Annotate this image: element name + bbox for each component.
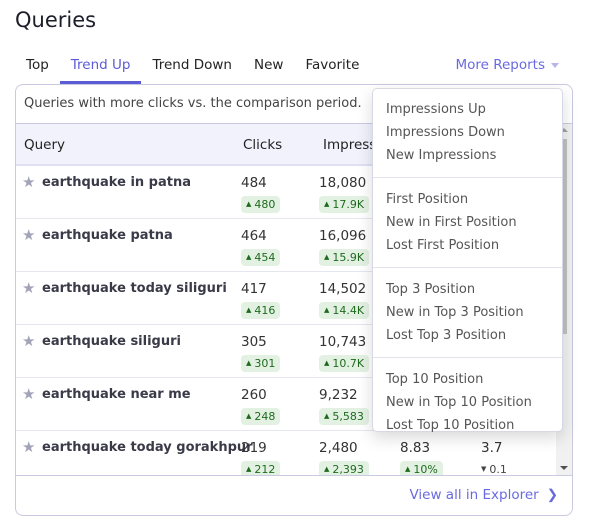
query-text[interactable]: earthquake siliguri bbox=[42, 334, 181, 349]
impressions-value: 9,232 bbox=[319, 387, 358, 403]
favorite-star-icon[interactable]: ★ bbox=[22, 279, 35, 297]
favorite-star-icon[interactable]: ★ bbox=[22, 173, 35, 191]
favorite-star-icon[interactable]: ★ bbox=[22, 332, 35, 350]
menu-item[interactable]: New Impressions bbox=[373, 145, 562, 168]
ctr-delta-badge: 10% bbox=[400, 461, 443, 475]
query-text[interactable]: earthquake near me bbox=[42, 387, 191, 402]
clicks-delta-badge: 454 bbox=[241, 249, 281, 266]
query-text[interactable]: earthquake in patna bbox=[42, 175, 191, 190]
clicks-value: 484 bbox=[241, 175, 267, 191]
caret-down-icon bbox=[551, 62, 559, 68]
tab-trend-down[interactable]: Trend Down bbox=[141, 56, 243, 84]
impressions-value: 10,743 bbox=[319, 334, 367, 350]
clicks-value: 305 bbox=[241, 334, 267, 350]
impressions-delta-badge: 2,393 bbox=[319, 461, 369, 475]
impressions-delta-badge: 17.9K bbox=[319, 196, 370, 213]
menu-item[interactable]: Lost First Position bbox=[373, 235, 562, 258]
clicks-delta-badge: 416 bbox=[241, 302, 281, 319]
favorite-star-icon[interactable]: ★ bbox=[22, 226, 35, 244]
card-footer: View all in Explorer ❯ bbox=[16, 475, 572, 515]
clicks-value: 260 bbox=[241, 387, 267, 403]
tab-new[interactable]: New bbox=[243, 56, 294, 84]
query-text[interactable]: earthquake today gorakhpur bbox=[42, 440, 253, 455]
view-all-explorer-link[interactable]: View all in Explorer ❯ bbox=[409, 487, 558, 503]
clicks-delta-badge: 301 bbox=[241, 355, 281, 372]
menu-item[interactable]: New in Top 3 Position bbox=[373, 302, 562, 325]
tab-top[interactable]: Top bbox=[15, 56, 60, 84]
clicks-delta-badge: 480 bbox=[241, 196, 281, 213]
chevron-right-icon: ❯ bbox=[546, 487, 558, 503]
menu-item[interactable]: New in Top 10 Position bbox=[373, 392, 562, 415]
menu-item[interactable]: Impressions Down bbox=[373, 122, 562, 145]
impressions-delta-badge: 5,583 bbox=[319, 408, 369, 425]
position-delta: 0.1 bbox=[481, 461, 507, 475]
menu-group: First Position New in First Position Lost … bbox=[373, 178, 562, 268]
scroll-down-icon[interactable] bbox=[560, 466, 568, 470]
tab-favorite[interactable]: Favorite bbox=[294, 56, 370, 84]
impressions-delta-badge: 14.4K bbox=[319, 302, 370, 319]
menu-item[interactable]: New in First Position bbox=[373, 212, 562, 235]
query-text[interactable]: earthquake today siliguri bbox=[42, 281, 227, 296]
impressions-value: 16,096 bbox=[319, 228, 367, 244]
report-tabs: Top Trend Up Trend Down New Favorite bbox=[15, 56, 370, 84]
column-query[interactable]: Query bbox=[24, 137, 65, 153]
menu-item[interactable]: Lost Top 10 Position bbox=[373, 415, 562, 438]
tab-trend-up[interactable]: Trend Up bbox=[59, 56, 142, 84]
menu-item[interactable]: Top 10 Position bbox=[373, 369, 562, 392]
clicks-value: 464 bbox=[241, 228, 267, 244]
query-text[interactable]: earthquake patna bbox=[42, 228, 173, 243]
menu-group: Top 3 Position New in Top 3 Position Lost … bbox=[373, 268, 562, 358]
impressions-value: 2,480 bbox=[319, 440, 358, 456]
clicks-delta-badge: 212 bbox=[241, 461, 281, 475]
menu-item[interactable]: Impressions Up bbox=[373, 99, 562, 122]
more-reports-dropdown[interactable]: More Reports bbox=[455, 57, 559, 73]
view-all-label: View all in Explorer bbox=[409, 487, 539, 503]
clicks-value: 417 bbox=[241, 281, 267, 297]
impressions-delta-badge: 15.9K bbox=[319, 249, 370, 266]
menu-group: Top 10 Position New in Top 10 Position Los… bbox=[373, 358, 562, 447]
clicks-value: 219 bbox=[241, 440, 267, 456]
menu-group: Impressions Up Impressions Down New Impres… bbox=[373, 97, 562, 178]
favorite-star-icon[interactable]: ★ bbox=[22, 438, 35, 456]
menu-item[interactable]: First Position bbox=[373, 189, 562, 212]
more-reports-menu: Impressions Up Impressions Down New Impres… bbox=[372, 88, 563, 433]
impressions-value: 14,502 bbox=[319, 281, 367, 297]
impressions-value: 18,080 bbox=[319, 175, 367, 191]
impressions-delta-badge: 10.7K bbox=[319, 355, 370, 372]
page-title: Queries bbox=[15, 8, 97, 32]
menu-item[interactable]: Lost Top 3 Position bbox=[373, 325, 562, 348]
column-clicks[interactable]: Clicks bbox=[243, 137, 282, 153]
favorite-star-icon[interactable]: ★ bbox=[22, 385, 35, 403]
more-reports-label: More Reports bbox=[455, 57, 545, 73]
clicks-delta-badge: 248 bbox=[241, 408, 281, 425]
menu-item[interactable]: Top 3 Position bbox=[373, 279, 562, 302]
